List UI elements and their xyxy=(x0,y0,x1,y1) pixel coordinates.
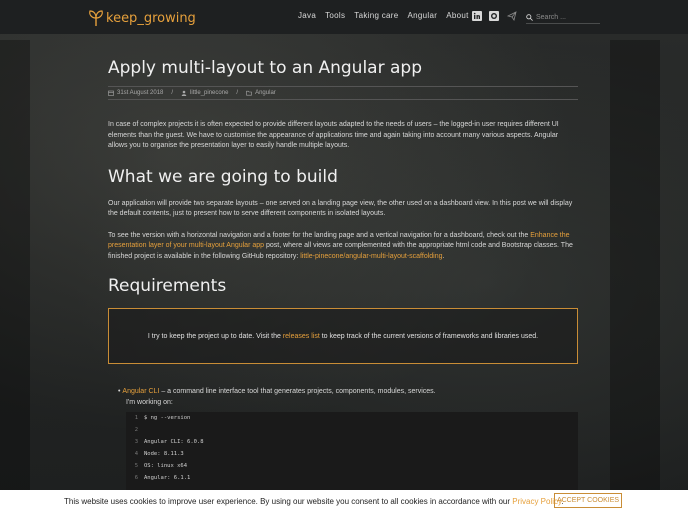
notice-box: I try to keep the project up to date. Vi… xyxy=(108,308,578,364)
sprout-icon xyxy=(89,10,103,26)
build-paragraph: Our application will provide two separat… xyxy=(108,199,573,218)
brand-name: keep_growing xyxy=(106,10,196,26)
post-author[interactable]: little_pinecone xyxy=(190,90,228,96)
heading-requirements: Requirements xyxy=(108,276,227,296)
angular-cli-link[interactable]: Angular CLI xyxy=(122,388,159,395)
code-block[interactable]: 1 $ ng --version 2 3 Angular CLI: 6.0.8 4N… xyxy=(126,412,578,494)
releases-list-link[interactable]: releases list xyxy=(283,333,320,340)
version-paragraph: To see the version with a horizontal nav… xyxy=(108,231,578,263)
requirement-description: – a command line interface tool that gen… xyxy=(159,388,436,395)
calendar-icon xyxy=(108,90,114,96)
background-shadow xyxy=(610,40,660,500)
meta-separator: / xyxy=(171,90,174,96)
version-text-start: To see the version with a horizontal nav… xyxy=(108,231,531,239)
cookie-message: This website uses cookies to improve use… xyxy=(64,496,564,506)
search-icon xyxy=(526,13,533,21)
code-line: 1 $ ng --version xyxy=(134,415,191,421)
background-shadow xyxy=(0,40,30,500)
article-meta: 31st August 2018 / little_pinecone / Ang… xyxy=(108,86,578,100)
menu-item-java[interactable]: Java xyxy=(298,11,316,20)
working-on-label: I'm working on: xyxy=(126,398,173,406)
meta-separator: / xyxy=(236,90,239,96)
folder-icon xyxy=(246,90,252,96)
post-date: 31st August 2018 xyxy=(117,90,164,96)
version-text-end: . xyxy=(442,252,445,260)
list-item: • Angular CLI – a command line interface… xyxy=(118,387,436,398)
menu-item-about[interactable]: About xyxy=(446,11,468,20)
heading-what-we-build: What we are going to build xyxy=(108,166,338,187)
post-category[interactable]: Angular xyxy=(255,90,276,96)
requirements-list: • Angular CLI – a command line interface… xyxy=(118,387,436,408)
menu-item-taking-care[interactable]: Taking care xyxy=(354,11,398,20)
code-line: 4 Node: 8.11.3 xyxy=(134,451,184,457)
notice-text: I try to keep the project up to date. Vi… xyxy=(147,332,539,340)
article: Apply multi-layout to an Angular app 31s… xyxy=(108,58,578,296)
article-title: Apply multi-layout to an Angular app xyxy=(108,58,422,78)
github-repo-link[interactable]: little-pinecone/angular-multi-layout-sca… xyxy=(300,253,442,260)
code-line: 2 xyxy=(134,427,138,433)
brand-logo[interactable]: keep_growing xyxy=(88,8,196,28)
main-menu: Java Tools Taking care Angular About xyxy=(298,11,478,20)
code-line: 3 Angular CLI: 6.0.8 xyxy=(134,439,204,445)
linkedin-icon[interactable] xyxy=(472,11,482,21)
github-icon[interactable] xyxy=(489,11,499,21)
menu-item-angular[interactable]: Angular xyxy=(408,11,438,20)
menu-item-tools[interactable]: Tools xyxy=(325,11,345,20)
search-placeholder: Search ... xyxy=(536,13,566,21)
paper-plane-icon[interactable] xyxy=(507,11,517,21)
cookie-banner: This website uses cookies to improve use… xyxy=(0,490,688,512)
search-field[interactable]: Search ... xyxy=(526,11,600,24)
intro-paragraph: In case of complex projects it is often … xyxy=(108,121,559,149)
code-line: 6 Angular: 6.1.1 xyxy=(134,475,191,481)
accept-cookies-button[interactable]: ACCEPT COOKIES xyxy=(554,493,622,508)
code-line: 5 OS: linux x64 xyxy=(134,463,188,469)
top-navbar: keep_growing Java Tools Taking care Angu… xyxy=(0,0,688,34)
user-icon xyxy=(181,90,187,96)
